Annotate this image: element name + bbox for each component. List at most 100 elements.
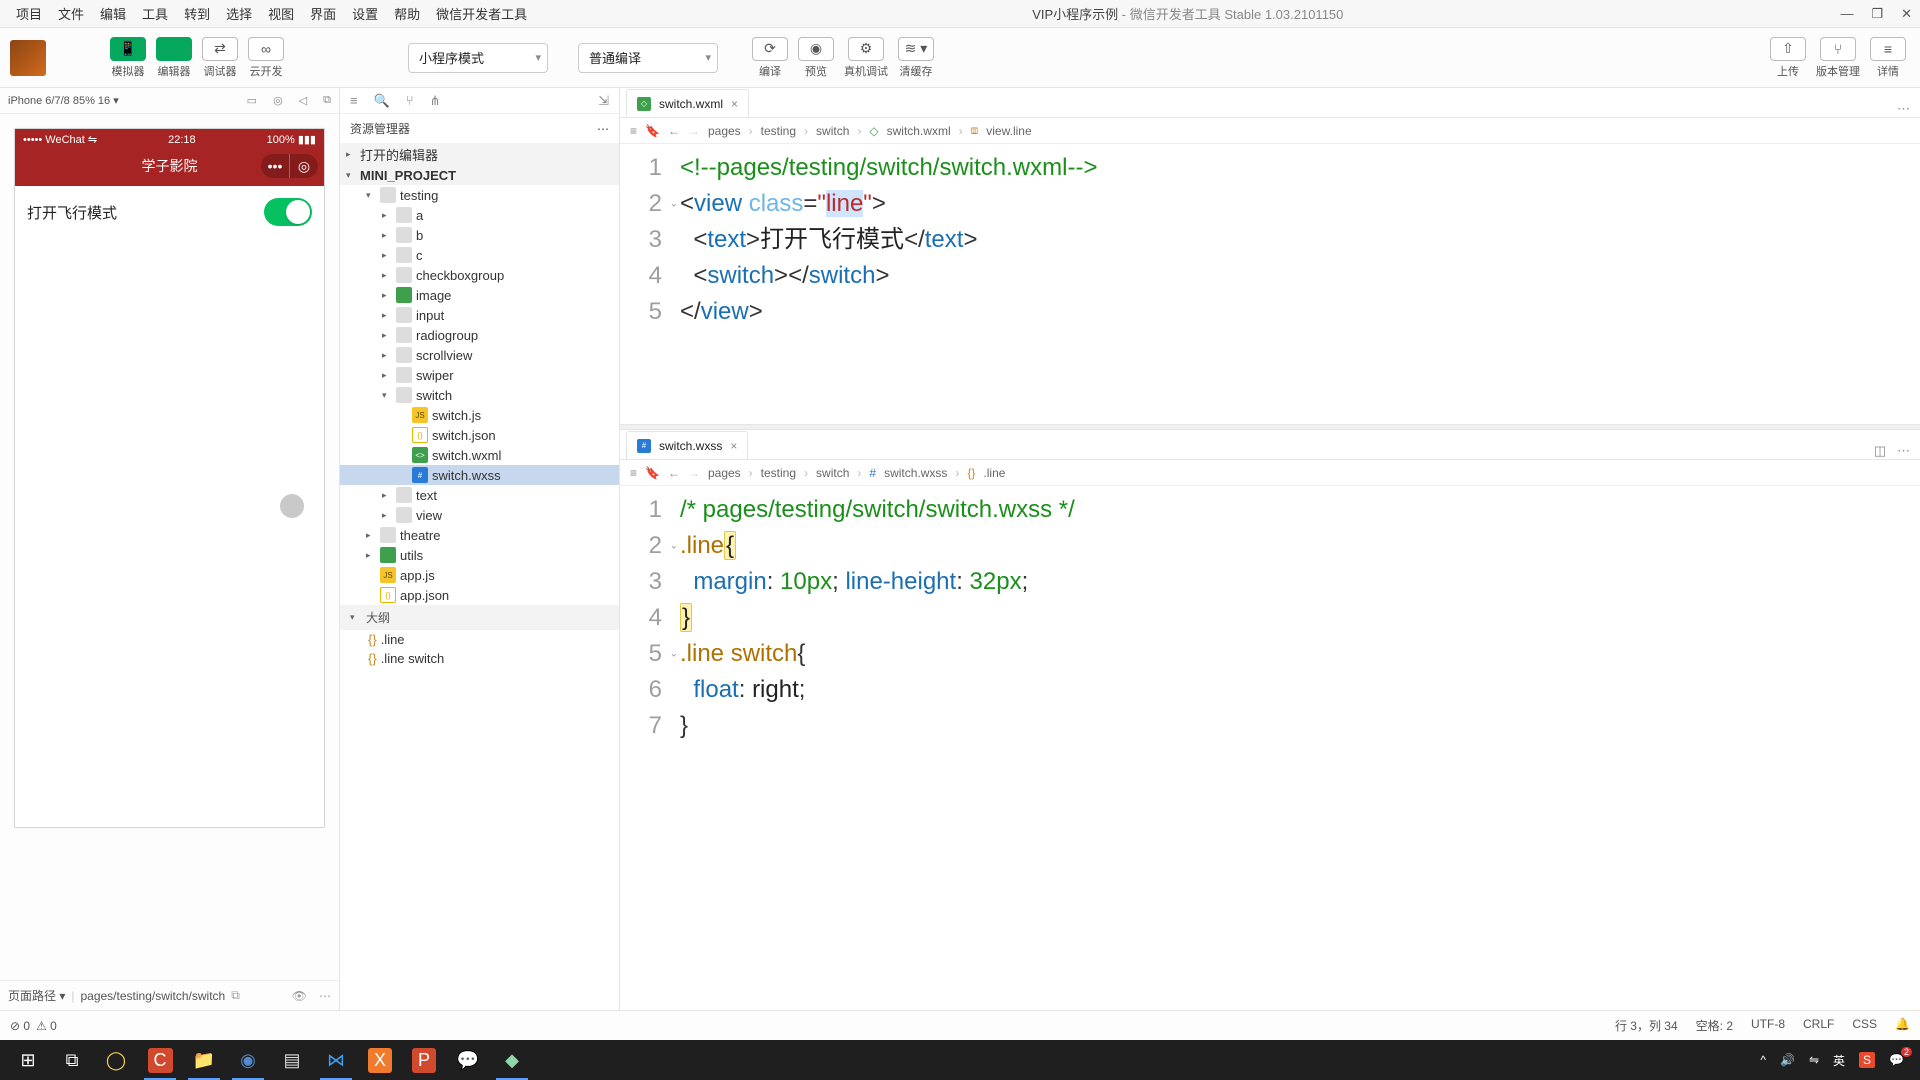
window-maximize[interactable]: ❐ (1871, 6, 1883, 22)
remote-debug-button[interactable]: ⚙真机调试 (840, 35, 892, 81)
compile-select[interactable]: 普通编译 (578, 43, 718, 73)
taskbar-xampp[interactable]: X (358, 1040, 402, 1080)
tree-switch.json[interactable]: {}switch.json (340, 425, 619, 445)
menu-工具[interactable]: 工具 (134, 7, 176, 22)
tree-checkboxgroup[interactable]: ▸checkboxgroup (340, 265, 619, 285)
capsule-close-icon[interactable]: ◎ (290, 154, 318, 178)
sogou-icon[interactable]: S (1859, 1052, 1875, 1068)
avatar[interactable] (10, 40, 46, 76)
close-icon[interactable]: × (730, 439, 737, 453)
menu-编辑[interactable]: 编辑 (92, 7, 134, 22)
taskbar-start[interactable]: ⊞ (6, 1040, 50, 1080)
code-wxss[interactable]: 1/* pages/testing/switch/switch.wxss */2… (620, 486, 1920, 1010)
language-mode[interactable]: CSS (1852, 1017, 1877, 1034)
taskbar-taskview[interactable]: ⧉ (50, 1040, 94, 1080)
editor-more-icon[interactable]: ⋯ (1887, 101, 1920, 117)
split-icon[interactable]: ◫ (1874, 443, 1886, 458)
bell-icon[interactable]: 🔔 (1895, 1017, 1910, 1034)
list-icon[interactable]: ≡ (350, 93, 358, 108)
sim-tool-icon[interactable]: ◎ (273, 94, 283, 107)
tree-switch.wxml[interactable]: <>switch.wxml (340, 445, 619, 465)
close-icon[interactable]: × (731, 97, 738, 111)
clear-cache-button[interactable]: ≋ ▾清缓存 (894, 35, 938, 81)
tab-wxss[interactable]: # switch.wxss × (626, 431, 748, 459)
code-wxml[interactable]: 1<!--pages/testing/switch/switch.wxml-->… (620, 144, 1920, 424)
tree-swiper[interactable]: ▸swiper (340, 365, 619, 385)
section-open-editors[interactable]: ▸打开的编辑器 (340, 143, 619, 166)
taskbar-cortana[interactable]: ◯ (94, 1040, 138, 1080)
menu-文件[interactable]: 文件 (50, 7, 92, 22)
outline-item[interactable]: {}.line (340, 630, 619, 649)
tree-a[interactable]: ▸a (340, 205, 619, 225)
menu-帮助[interactable]: 帮助 (386, 7, 428, 22)
wifi-icon[interactable]: ⇋ (1809, 1053, 1819, 1067)
explorer-more-icon[interactable]: ⋯ (597, 122, 609, 136)
tree-switch.js[interactable]: JSswitch.js (340, 405, 619, 425)
detail-button[interactable]: ≡详情 (1866, 35, 1910, 81)
tree-utils[interactable]: ▸utils (340, 545, 619, 565)
section-project[interactable]: ▾MINI_PROJECT (340, 166, 619, 185)
menu-设置[interactable]: 设置 (344, 7, 386, 22)
menu-选择[interactable]: 选择 (218, 7, 260, 22)
taskbar-wechat[interactable]: 💬 (446, 1040, 490, 1080)
tree-switch[interactable]: ▾switch (340, 385, 619, 405)
tree-text[interactable]: ▸text (340, 485, 619, 505)
eye-icon[interactable]: 👁 (292, 989, 307, 1003)
page-path-label[interactable]: 页面路径 ▾ (8, 987, 65, 1004)
cursor-position[interactable]: 行 3，列 34 (1615, 1017, 1678, 1034)
tree-switch.wxss[interactable]: #switch.wxss (340, 465, 619, 485)
tree-image[interactable]: ▸image (340, 285, 619, 305)
taskbar-notes[interactable]: ▤ (270, 1040, 314, 1080)
sim-tool-icon[interactable]: ▭ (247, 94, 257, 107)
more-icon[interactable]: ⋯ (319, 989, 331, 1003)
cloud-button[interactable]: ∞云开发 (244, 35, 288, 81)
notification-icon[interactable]: 💬 2 (1889, 1053, 1904, 1067)
outline-item[interactable]: {}.line switch (340, 649, 619, 668)
capsule-menu-icon[interactable]: ••• (261, 154, 289, 178)
debugger-button[interactable]: ⇄调试器 (198, 35, 242, 81)
branch-icon[interactable]: ⑂ (406, 93, 414, 108)
search-icon[interactable]: 🔍 (374, 93, 390, 109)
tree-b[interactable]: ▸b (340, 225, 619, 245)
menu-视图[interactable]: 视图 (260, 7, 302, 22)
eol[interactable]: CRLF (1803, 1017, 1834, 1034)
taskbar-vscode[interactable]: ⋈ (314, 1040, 358, 1080)
taskbar-chrome[interactable]: ◉ (226, 1040, 270, 1080)
upload-button[interactable]: ⇧上传 (1766, 35, 1810, 81)
preview-button[interactable]: ◉预览 (794, 35, 838, 81)
breadcrumb[interactable]: ≡🔖←→ pages› testing› switch› #switch.wxs… (620, 460, 1920, 486)
taskbar-ppt[interactable]: P (402, 1040, 446, 1080)
tray-arrow-icon[interactable]: ^ (1760, 1053, 1766, 1067)
tree-testing[interactable]: ▾testing (340, 185, 619, 205)
editor-button[interactable]: 编辑器 (152, 35, 196, 81)
tree-view[interactable]: ▸view (340, 505, 619, 525)
taskbar-explorer[interactable]: 📁 (182, 1040, 226, 1080)
mode-select[interactable]: 小程序模式 (408, 43, 548, 73)
tree-radiogroup[interactable]: ▸radiogroup (340, 325, 619, 345)
menu-转到[interactable]: 转到 (176, 7, 218, 22)
editor-more-icon[interactable]: ⋯ (1897, 443, 1910, 458)
ime-indicator[interactable]: 英 (1833, 1052, 1845, 1069)
menu-界面[interactable]: 界面 (302, 7, 344, 22)
indent-setting[interactable]: 空格: 2 (1696, 1017, 1733, 1034)
sim-tool-icon[interactable]: ◁ (299, 94, 307, 107)
section-outline[interactable]: ▾大纲 (340, 605, 619, 630)
encoding[interactable]: UTF-8 (1751, 1017, 1785, 1034)
simulator-button[interactable]: 📱模拟器 (106, 35, 150, 81)
sim-tool-icon[interactable]: ⧉ (323, 94, 331, 107)
device-select[interactable]: iPhone 6/7/8 85% 16 ▾ (8, 94, 119, 107)
volume-icon[interactable]: 🔊 (1780, 1053, 1795, 1067)
taskbar-camtasia[interactable]: C (138, 1040, 182, 1080)
problems-indicator[interactable]: ⊘ 0⚠ 0 (10, 1019, 57, 1033)
menu-微信开发者工具[interactable]: 微信开发者工具 (428, 7, 535, 22)
tree-input[interactable]: ▸input (340, 305, 619, 325)
copy-icon[interactable]: ⧉ (231, 988, 240, 1003)
tree-c[interactable]: ▸c (340, 245, 619, 265)
taskbar-devtool[interactable]: ◆ (490, 1040, 534, 1080)
window-close[interactable]: ✕ (1901, 6, 1912, 22)
breadcrumb[interactable]: ≡🔖←→ pages› testing› switch› ◇switch.wxm… (620, 118, 1920, 144)
tree-app.js[interactable]: JSapp.js (340, 565, 619, 585)
tab-wxml[interactable]: ◇ switch.wxml × (626, 89, 749, 117)
tree-theatre[interactable]: ▸theatre (340, 525, 619, 545)
switch-toggle[interactable] (264, 198, 312, 226)
